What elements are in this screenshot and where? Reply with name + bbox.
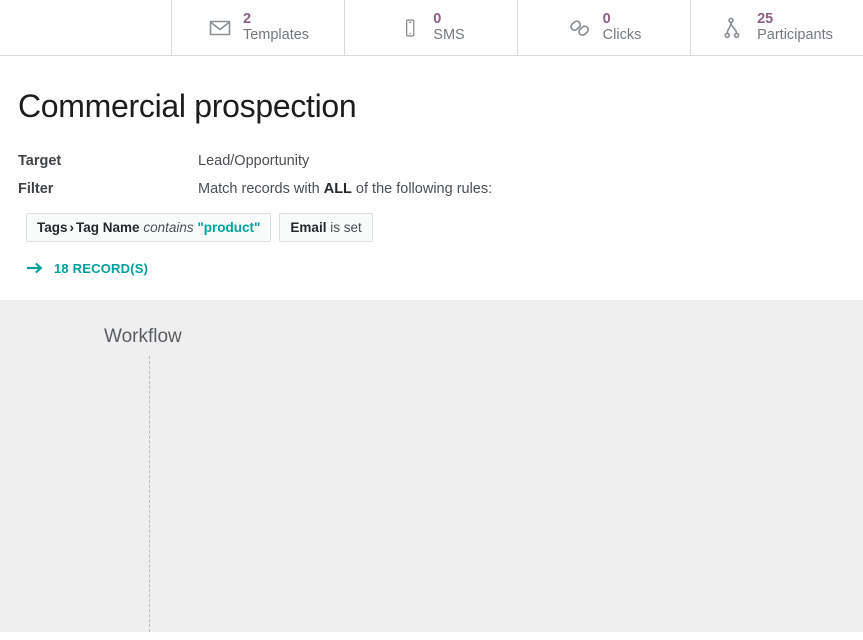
campaign-meta: Target Lead/Opportunity Filter Match rec…	[18, 153, 863, 197]
filter-rules: Tags›Tag Name contains "product" Email i…	[26, 213, 863, 242]
stat-value-sms: 0	[433, 12, 464, 27]
stat-text-participants: 25 Participants	[757, 12, 833, 43]
filter-suffix: of the following rules:	[352, 181, 492, 197]
rule-operator: contains	[143, 220, 193, 235]
stat-value-clicks: 0	[603, 12, 642, 27]
meta-row-filter: Filter Match records with ALL of the fol…	[18, 181, 863, 197]
meta-row-target: Target Lead/Opportunity	[18, 153, 863, 169]
stat-label-clicks: Clicks	[603, 28, 642, 43]
rule-field-b: Tag Name	[76, 220, 140, 235]
workflow-title: Workflow	[104, 326, 182, 348]
workflow-connector-line	[149, 356, 150, 632]
records-count-link[interactable]: 18 RECORD(S)	[54, 261, 148, 276]
rule-value: "product"	[197, 220, 260, 235]
stat-cell-sms[interactable]: 0 SMS	[345, 0, 518, 55]
page-title: Commercial prospection	[18, 56, 863, 125]
rule2-operator: is set	[330, 220, 362, 235]
records-row: 18 RECORD(S)	[26, 260, 863, 276]
stat-text-clicks: 0 Clicks	[603, 12, 642, 43]
stat-value-templates: 2	[243, 12, 309, 27]
filter-rule-tags[interactable]: Tags›Tag Name contains "product"	[26, 213, 271, 242]
rule-separator: ›	[68, 220, 77, 235]
branch-icon	[721, 14, 747, 42]
mobile-icon	[397, 14, 423, 42]
stat-cell-templates[interactable]: 2 Templates	[172, 0, 345, 55]
stat-value-participants: 25	[757, 12, 833, 27]
rule-field-a: Tags	[37, 220, 68, 235]
filter-label: Filter	[18, 181, 198, 197]
stat-label-participants: Participants	[757, 28, 833, 43]
filter-prefix: Match records with	[198, 181, 324, 197]
filter-description: Match records with ALL of the following …	[198, 181, 492, 197]
target-value: Lead/Opportunity	[198, 153, 309, 169]
stat-label-templates: Templates	[243, 28, 309, 43]
stat-cell-clicks[interactable]: 0 Clicks	[518, 0, 691, 55]
filter-strong: ALL	[324, 181, 352, 197]
arrow-right-icon	[26, 260, 44, 276]
stat-cell-participants[interactable]: 25 Participants	[691, 0, 863, 55]
envelope-icon	[207, 14, 233, 42]
stat-label-sms: SMS	[433, 28, 464, 43]
stat-text-templates: 2 Templates	[243, 12, 309, 43]
filter-rule-email[interactable]: Email is set	[279, 213, 372, 242]
rule2-field: Email	[290, 220, 326, 235]
campaign-header: Commercial prospection Target Lead/Oppor…	[0, 56, 863, 276]
workflow-section: Workflow 1 Hours Offer free catalog	[0, 300, 863, 632]
top-stats-bar: 2 Templates 0 SMS 0 Clicks	[0, 0, 863, 56]
link-icon	[567, 14, 593, 42]
stat-text-sms: 0 SMS	[433, 12, 464, 43]
statbar-left-spacer	[0, 0, 172, 55]
target-label: Target	[18, 153, 198, 169]
